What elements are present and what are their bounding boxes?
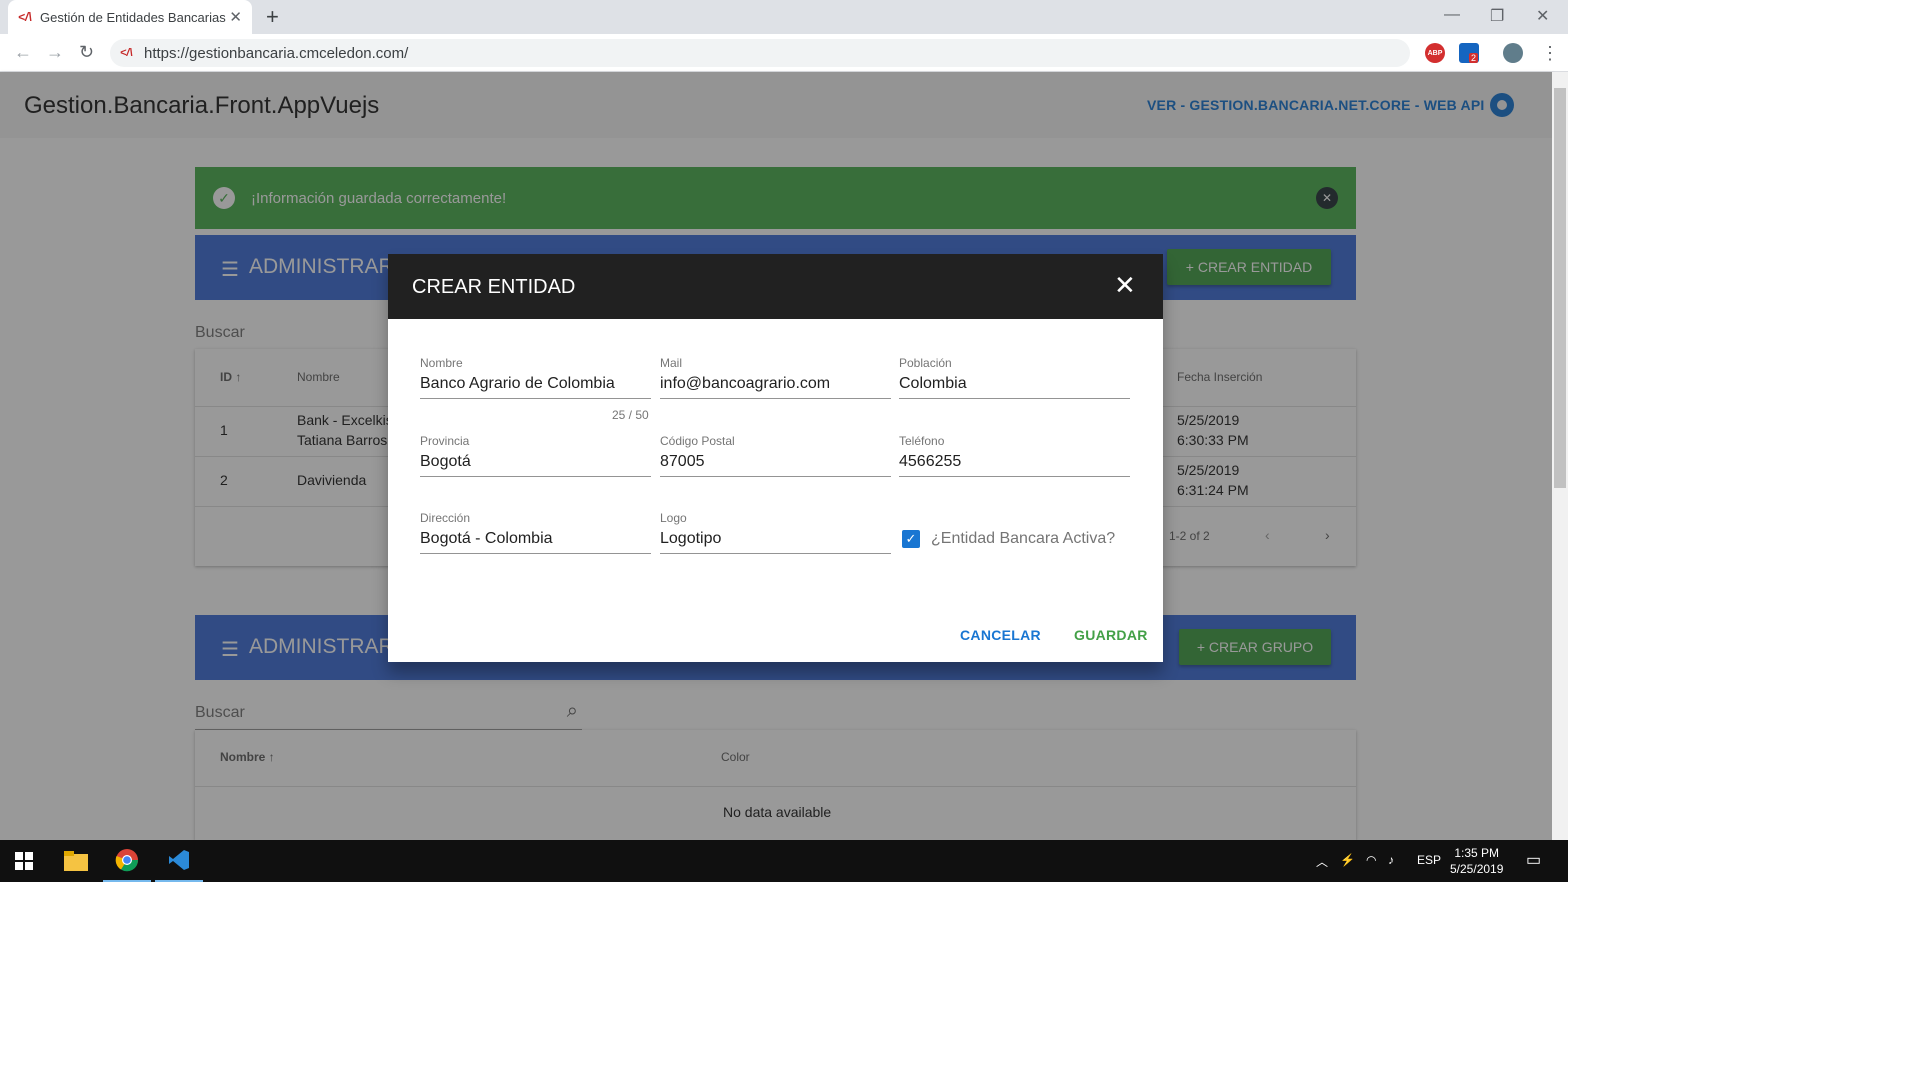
telefono-field[interactable]: Teléfono 4566255 <box>899 434 1130 477</box>
forward-icon[interactable]: → <box>46 42 64 63</box>
browser-tab[interactable]: </\ Gestión de Entidades Bancarias ✕ <box>8 0 252 34</box>
reload-icon[interactable]: ↻ <box>79 42 94 63</box>
scrollbar-thumb[interactable] <box>1554 88 1566 488</box>
network-icon[interactable]: ⚡ <box>1340 853 1355 867</box>
vscode-taskbar-icon[interactable] <box>155 840 203 882</box>
window-close-icon[interactable]: ✕ <box>1536 6 1549 26</box>
logo-input[interactable]: Logotipo <box>660 529 891 554</box>
direccion-field[interactable]: Dirección Bogotá - Colombia <box>420 511 651 554</box>
provincia-input[interactable]: Bogotá <box>420 452 651 477</box>
tab-close-icon[interactable]: ✕ <box>229 8 242 26</box>
direccion-label: Dirección <box>420 511 471 525</box>
adblock-extension-icon[interactable]: ABP <box>1425 43 1445 63</box>
browser-toolbar: ← → ↻ </\ https://gestionbancaria.cmcele… <box>0 34 1568 72</box>
mail-label: Mail <box>660 356 683 370</box>
nombre-char-counter: 25 / 50 <box>612 408 649 422</box>
close-icon[interactable]: ✕ <box>1114 272 1136 298</box>
chrome-taskbar-icon[interactable] <box>103 840 151 882</box>
wifi-icon[interactable]: ◠ <box>1366 853 1376 867</box>
restore-icon[interactable]: ❐ <box>1490 6 1504 26</box>
cancel-button[interactable]: CANCELAR <box>960 627 1041 643</box>
language-indicator[interactable]: ESP <box>1417 853 1441 867</box>
file-explorer-icon[interactable] <box>52 840 100 882</box>
taskbar-clock[interactable]: 1:35 PM 5/25/2019 <box>1450 845 1503 877</box>
url-text[interactable]: https://gestionbancaria.cmceledon.com/ <box>144 45 408 62</box>
new-tab-icon[interactable]: + <box>266 4 279 30</box>
poblacion-label: Población <box>899 356 952 370</box>
nombre-field[interactable]: Nombre Banco Agrario de Colombia <box>420 356 651 399</box>
notification-center-icon[interactable]: ▭ <box>1526 850 1541 870</box>
back-icon[interactable]: ← <box>14 42 32 63</box>
clock-time: 1:35 PM <box>1454 846 1500 860</box>
save-button[interactable]: GUARDAR <box>1074 627 1148 643</box>
dialog-title: CREAR ENTIDAD <box>412 276 576 298</box>
telefono-label: Teléfono <box>899 434 945 448</box>
mail-field[interactable]: Mail info@bancoagrario.com <box>660 356 891 399</box>
poblacion-field[interactable]: Población Colombia <box>899 356 1130 399</box>
minimize-icon[interactable]: — <box>1444 6 1460 24</box>
windows-start-icon[interactable] <box>0 840 48 882</box>
provincia-label: Provincia <box>420 434 470 448</box>
tray-chevron-icon[interactable]: ︿ <box>1316 853 1328 870</box>
linkedin-extension-icon[interactable]: 2 <box>1459 43 1479 63</box>
volume-icon[interactable]: ♪ <box>1388 853 1394 867</box>
mail-input[interactable]: info@bancoagrario.com <box>660 374 891 399</box>
logo-field[interactable]: Logo Logotipo <box>660 511 891 554</box>
active-checkbox[interactable]: ✓ <box>902 530 920 548</box>
tab-title: Gestión de Entidades Bancarias <box>40 9 226 25</box>
address-bar[interactable]: </\ https://gestionbancaria.cmceledon.co… <box>110 39 1410 67</box>
poblacion-input[interactable]: Colombia <box>899 374 1130 399</box>
site-favicon-icon: </\ <box>120 47 133 59</box>
active-checkbox-label[interactable]: ¿Entidad Bancara Activa? <box>931 530 1115 548</box>
direccion-input[interactable]: Bogotá - Colombia <box>420 529 651 554</box>
codigo-postal-field[interactable]: Código Postal 87005 <box>660 434 891 477</box>
browser-menu-icon[interactable]: ⋮ <box>1541 43 1559 64</box>
provincia-field[interactable]: Provincia Bogotá <box>420 434 651 477</box>
create-entity-dialog: CREAR ENTIDAD ✕ Nombre Banco Agrario de … <box>388 254 1163 662</box>
clock-date: 5/25/2019 <box>1450 862 1504 876</box>
extension-badge: 2 <box>1469 53 1479 63</box>
profile-avatar[interactable] <box>1503 43 1523 63</box>
nombre-label: Nombre <box>420 356 463 370</box>
dialog-header: CREAR ENTIDAD ✕ <box>388 254 1163 319</box>
browser-tabstrip: </\ Gestión de Entidades Bancarias ✕ + —… <box>0 0 1568 34</box>
windows-taskbar: ︿ ⚡ ◠ ♪ ESP 1:35 PM 5/25/2019 ▭ <box>0 840 1568 882</box>
page-scrollbar[interactable] <box>1552 72 1568 840</box>
site-favicon-icon: </\ <box>18 10 32 24</box>
codigo-postal-label: Código Postal <box>660 434 735 448</box>
codigo-postal-input[interactable]: 87005 <box>660 452 891 477</box>
telefono-input[interactable]: 4566255 <box>899 452 1130 477</box>
nombre-input[interactable]: Banco Agrario de Colombia <box>420 374 651 399</box>
logo-label: Logo <box>660 511 687 525</box>
